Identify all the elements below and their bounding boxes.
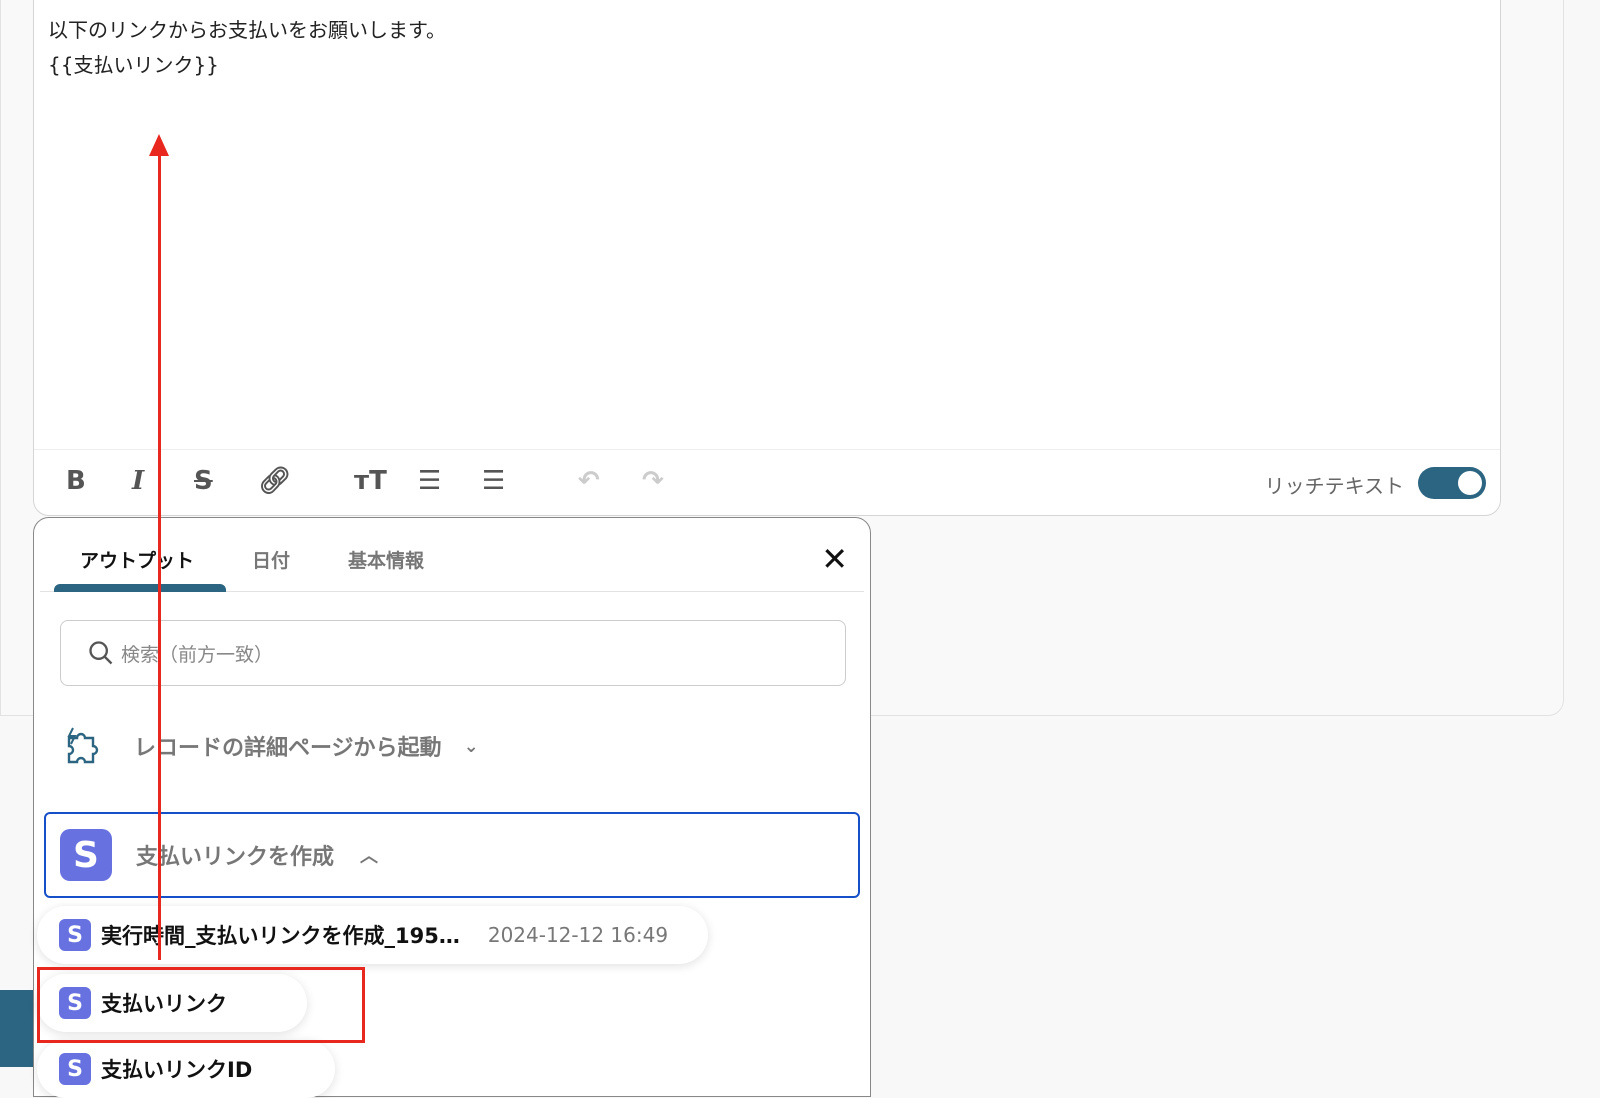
editor-line: 以下のリンクからお支払いをお願いします。 (48, 18, 446, 42)
close-icon[interactable]: ✕ (821, 540, 848, 578)
stripe-icon: S (60, 829, 112, 881)
link-icon[interactable]: 🔗︎ (258, 466, 291, 496)
message-editor[interactable]: 以下のリンクからお支払いをお願いします。 {{支払いリンク}} B I S 🔗︎… (33, 0, 1501, 516)
picker-tabs: アウトプット 日付 基本情報 (40, 518, 864, 592)
strikethrough-button[interactable]: S (194, 466, 213, 496)
stripe-icon: S (59, 1053, 91, 1085)
search-input[interactable]: 検索（前方一致） (60, 620, 846, 686)
sidebar-edge (0, 990, 33, 1067)
search-icon (89, 641, 113, 665)
group-create-payment-link[interactable]: S 支払いリンクを作成 ︿ (44, 812, 860, 898)
list-item-execution-time[interactable]: S 実行時間_支払いリンクを作成_195… 2024-12-12 16:49 (37, 906, 709, 964)
redo-icon[interactable]: ↷ (642, 466, 664, 496)
group-label: レコードの詳細ページから起動 (134, 736, 442, 761)
tab-date[interactable]: 日付 (252, 546, 290, 573)
stripe-icon: S (59, 919, 91, 951)
item-label: 支払いリンクID (101, 1058, 253, 1082)
puzzle-icon (67, 727, 99, 764)
numbered-list-icon[interactable]: ☰ (482, 466, 505, 496)
active-tab-indicator (54, 584, 226, 592)
group-record-detail[interactable]: レコードの詳細ページから起動 ⌄ (60, 722, 479, 770)
editor-line: {{支払いリンク}} (48, 53, 219, 77)
search-placeholder: 検索（前方一致） (121, 643, 274, 666)
editor-text[interactable]: 以下のリンクからお支払いをお願いします。 {{支払いリンク}} (48, 13, 446, 83)
editor-toolbar: B I S 🔗︎ ᴛT ☰ ☰ ↶ ↷ リッチテキスト (34, 449, 1500, 517)
annotation-arrow (158, 152, 161, 960)
highlight-box (37, 967, 365, 1043)
bullet-list-icon[interactable]: ☰ (418, 466, 441, 496)
rich-text-label: リッチテキスト (1264, 474, 1404, 498)
chevron-down-icon: ⌄ (463, 735, 479, 757)
group-label: 支払いリンクを作成 (136, 845, 335, 870)
list-item-payment-link-id[interactable]: S 支払いリンクID (37, 1040, 335, 1098)
tab-output[interactable]: アウトプット (80, 546, 194, 573)
item-label: 実行時間_支払いリンクを作成_195… (101, 924, 460, 948)
italic-button[interactable]: I (132, 466, 144, 496)
item-timestamp: 2024-12-12 16:49 (487, 923, 669, 947)
undo-icon[interactable]: ↶ (578, 466, 600, 496)
tab-basic-info[interactable]: 基本情報 (348, 546, 424, 573)
arrow-head-icon (149, 134, 169, 156)
rich-text-toggle[interactable] (1418, 467, 1486, 499)
text-size-icon[interactable]: ᴛT (354, 466, 387, 496)
chevron-up-icon: ︿ (360, 846, 379, 867)
bold-button[interactable]: B (66, 466, 86, 496)
